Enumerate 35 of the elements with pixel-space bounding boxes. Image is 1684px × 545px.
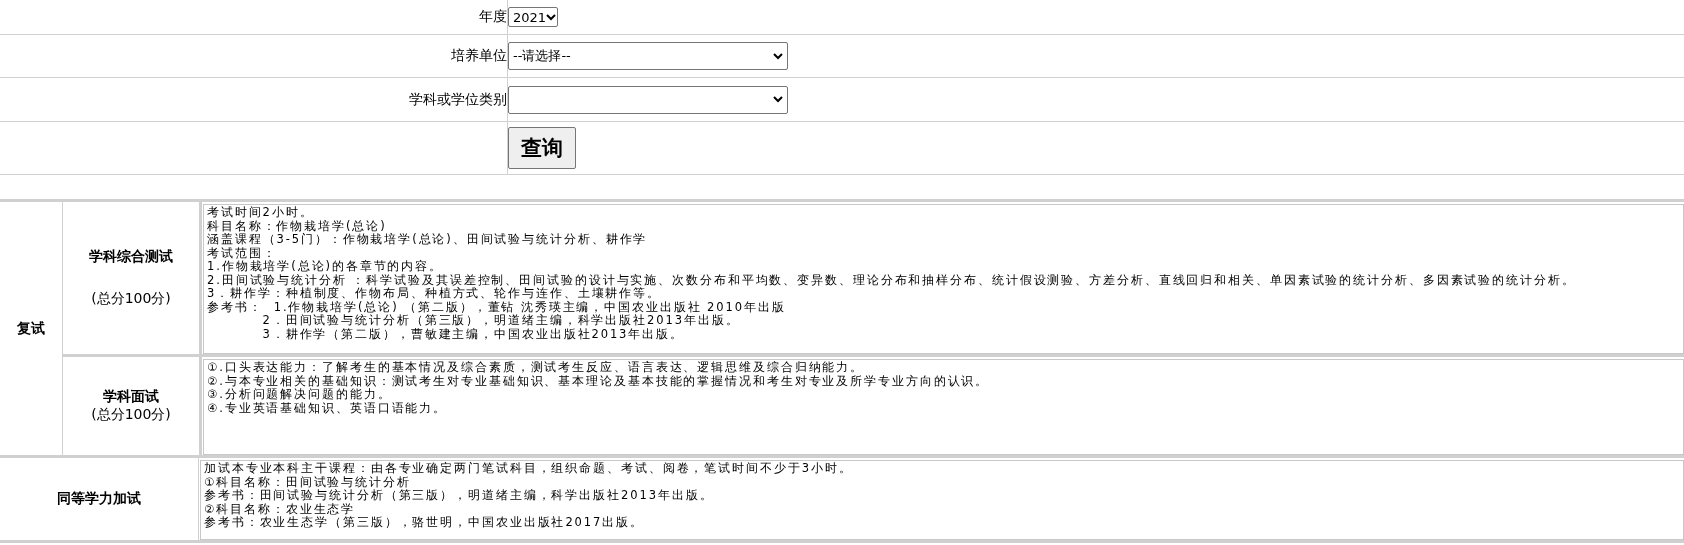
dropdown-select[interactable] bbox=[508, 85, 788, 114]
text-line: 考试范围： bbox=[207, 246, 278, 260]
text-line: ①.口头表达能力：了解考生的基本情况及综合素质，测试考生反应、语言表达、逻辑思维及综合归纳能力。 bbox=[207, 361, 866, 375]
text-line: ②.与本专业相关的基础知识：测试考生对专业基础知识、基本理论及基本技能的掌握情况和考生对专业及所学专业方向的认识。 bbox=[207, 374, 991, 388]
section-title: 复试 bbox=[17, 319, 45, 338]
field-label: 年度 bbox=[479, 8, 507, 26]
text-line: ②科目名称：农业生态学 bbox=[204, 502, 357, 516]
text-line: ④.专业英语基础知识、英语口语能力。 bbox=[207, 401, 449, 415]
section-title: 同等学力加试 bbox=[57, 490, 141, 508]
score-text: (总分100分) bbox=[91, 406, 171, 424]
text-line: 科目名称：作物栽培学(总论) bbox=[207, 219, 388, 233]
text-line: 考试时间2小时。 bbox=[207, 206, 315, 220]
text-line: 1.作物栽培学(总论)的各章节的内容。 bbox=[207, 260, 445, 274]
text-line: ③.分析问题解决问题的能力。 bbox=[207, 388, 393, 402]
year-select[interactable]: 2021 bbox=[508, 7, 558, 27]
chevron-down-icon bbox=[546, 13, 557, 21]
text-line: ①科目名称：田间试验与统计分析 bbox=[204, 475, 412, 489]
text-line: 参考书：田间试验与统计分析（第三版），明道绪主编，科学出版社2013年出版。 bbox=[204, 489, 715, 503]
query-button[interactable]: 查询 bbox=[508, 127, 576, 169]
field-label: 培养单位 bbox=[451, 47, 507, 65]
exam-name: 学科面试 bbox=[103, 388, 159, 406]
text-line: 3．耕作学（第二版），曹敏建主编，中国农业出版社2013年出版。 bbox=[261, 327, 685, 341]
text-line: 2．田间试验与统计分析（第三版），明道绪主编，科学出版社2013年出版。 bbox=[261, 314, 741, 328]
exam-name: 学科综合测试 bbox=[89, 248, 173, 266]
chevron-down-icon bbox=[773, 52, 783, 60]
score-text: (总分100分) bbox=[91, 290, 171, 308]
text-line: 2.田间试验与统计分析 ：科学试验及其误差控制、田间试验的设计与实施、次数分布和平均数、变异数、理论分布和抽样分布、统计假设测验、方差分析、直线回归和相关、单因素试验的统计分析、多因素试验的统计分析。 bbox=[207, 273, 1577, 287]
text-line: 3．耕作学：种植制度、作物布局、种植方式、轮作与连作、土壤耕作等。 bbox=[207, 287, 663, 301]
field-label: 学科或学位类别 bbox=[409, 90, 507, 109]
text-line: 参考书：农业生态学（第三版），骆世明，中国农业出版社2017出版。 bbox=[204, 516, 645, 530]
text-line: 涵盖课程（3-5门）：作物栽培学(总论)、田间试验与统计分析、耕作学 bbox=[207, 233, 649, 247]
chevron-down-icon bbox=[773, 96, 783, 103]
text-line: 参考书： 1.作物栽培学(总论) （第二版），董钻 沈秀瑛主编，中国农业出版社 2010年出版 bbox=[207, 300, 787, 314]
text-line: 加试本专业本科主干课程：由各专业确定两门笔试科目，组织命题、考试、阅卷，笔试时间不少于3小时。 bbox=[204, 462, 854, 476]
dropdown-select[interactable]: --请选择-- bbox=[508, 42, 788, 70]
